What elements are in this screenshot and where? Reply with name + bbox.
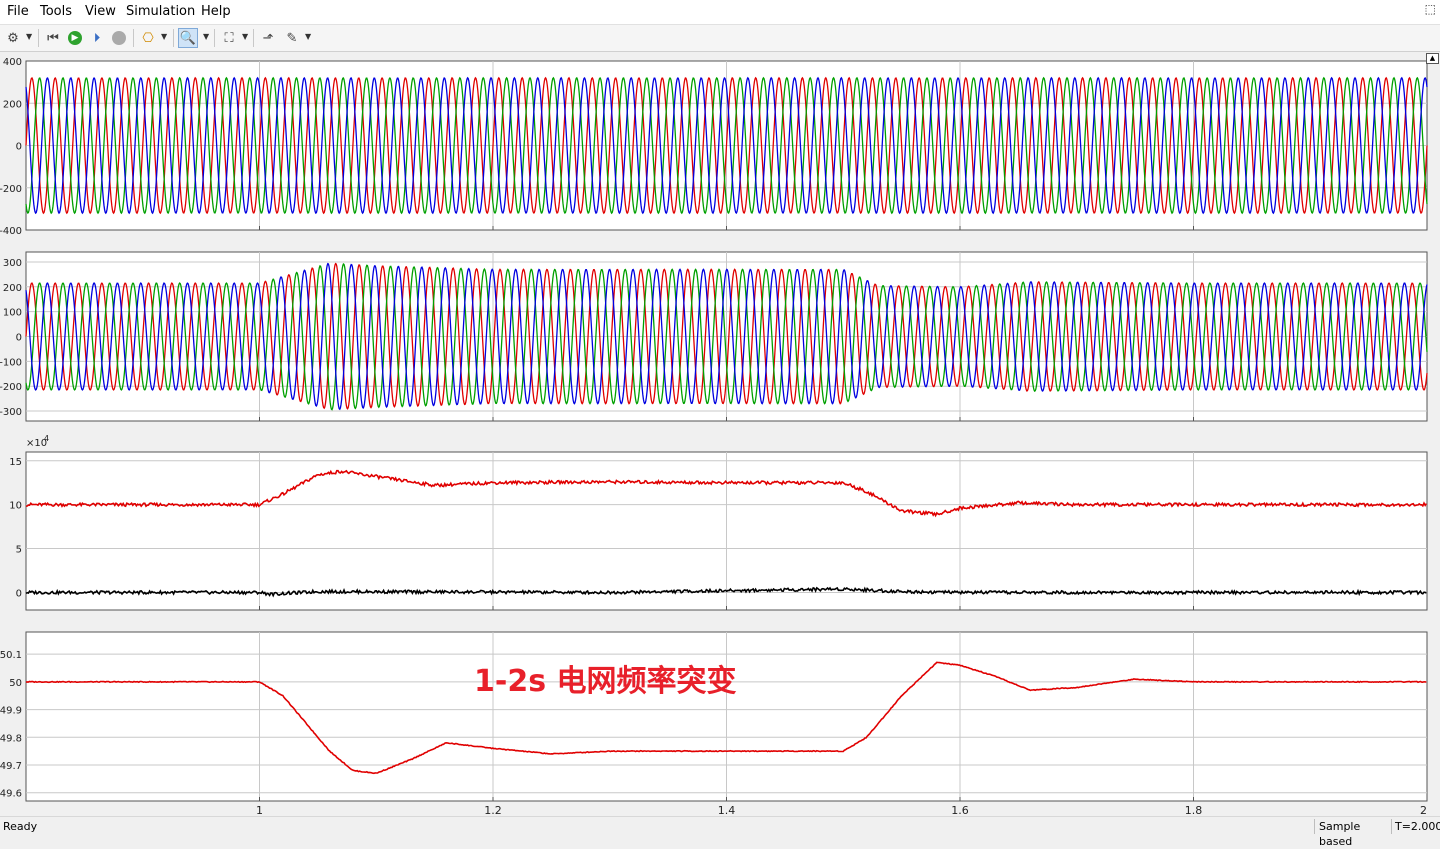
- x-tick-label: 1: [256, 804, 263, 816]
- settings-icon[interactable]: ⚙: [3, 28, 23, 48]
- menu-file[interactable]: File: [7, 4, 29, 19]
- x-tick-label: 1.6: [951, 804, 969, 816]
- y-tick-label: -400: [0, 226, 22, 237]
- menu-tools[interactable]: Tools: [40, 4, 72, 19]
- chevron-down-icon[interactable]: ▼: [305, 32, 311, 41]
- y-tick-label: 10: [9, 501, 22, 512]
- status-sim-time: T=2.000: [1391, 819, 1440, 834]
- y-tick-label: 5: [16, 545, 22, 556]
- y-tick-label: -100: [0, 357, 22, 368]
- toolbar: ⚙ ▼ ⏮ ▶ ⏵ ⎔ ▼ 🔍 ▼ ⛶ ▼ ⬏ ✎ ▼: [0, 25, 1440, 52]
- y-tick-label: 49.9: [0, 706, 22, 717]
- y-tick-label: 0: [16, 588, 22, 599]
- menu-help[interactable]: Help: [201, 4, 231, 19]
- y-tick-label: 200: [3, 99, 22, 110]
- y-tick-label: 49.6: [0, 789, 22, 800]
- y-tick-label: 100: [3, 308, 22, 319]
- x-tick-label: 1.4: [718, 804, 736, 816]
- toolbar-separator: [214, 29, 215, 47]
- status-text: Ready: [3, 820, 38, 833]
- step-back-icon[interactable]: ⏮: [43, 28, 63, 48]
- y-tick-label: 49.8: [0, 733, 22, 744]
- triggers-icon[interactable]: ⬏: [258, 28, 278, 48]
- x-tick-label: 1.2: [484, 804, 502, 816]
- scope-plot-area: 400 200 0 -200 -400 300 200 100 0 -100 -200 -300 15 1…: [0, 52, 1440, 816]
- scope-plots[interactable]: 4002000-200-4003002001000-100-200-300151…: [0, 52, 1440, 816]
- step-forward-icon[interactable]: ⏵: [87, 28, 107, 48]
- chevron-down-icon[interactable]: ▼: [203, 32, 209, 41]
- style-icon[interactable]: ✎: [282, 28, 302, 48]
- y-tick-label: 50: [9, 678, 22, 689]
- fit-to-view-icon[interactable]: ⛶: [219, 28, 239, 48]
- toolbar-separator: [173, 29, 174, 47]
- menu-view[interactable]: View: [85, 4, 116, 19]
- y-tick-label: -300: [0, 407, 22, 418]
- run-icon[interactable]: ▶: [65, 28, 85, 48]
- y-tick-label: 200: [3, 283, 22, 294]
- y-tick-label: -200: [0, 382, 22, 393]
- menu-simulation[interactable]: Simulation: [126, 4, 195, 19]
- y-tick-label: 0: [16, 333, 22, 344]
- highlight-icon[interactable]: ⎔: [138, 28, 158, 48]
- y-tick-label: 15: [9, 457, 22, 468]
- chevron-down-icon[interactable]: ▼: [242, 32, 248, 41]
- annotation-text: 1-2s 电网频率突变: [474, 664, 737, 699]
- y-exponent-power: 4: [44, 434, 49, 443]
- status-bar: Ready Sample based T=2.000: [0, 816, 1440, 848]
- toolbar-separator: [133, 29, 134, 47]
- y-tick-label: 300: [3, 258, 22, 269]
- x-tick-label: 2: [1420, 804, 1427, 816]
- menu-bar: File Tools View Simulation Help ⬚: [0, 0, 1440, 25]
- x-tick-label: 1.8: [1185, 804, 1203, 816]
- status-sample-mode: Sample based: [1314, 819, 1394, 848]
- y-tick-label: -200: [0, 184, 22, 195]
- y-tick-label: 400: [3, 57, 22, 68]
- chevron-down-icon[interactable]: ▼: [26, 32, 32, 41]
- y-tick-label: 50.1: [0, 650, 22, 661]
- stop-icon[interactable]: [109, 28, 129, 48]
- undock-icon[interactable]: ▲: [1426, 53, 1439, 64]
- restore-icon[interactable]: ⬚: [1425, 2, 1436, 16]
- toolbar-separator: [38, 29, 39, 47]
- zoom-in-icon[interactable]: 🔍: [178, 28, 198, 48]
- chevron-down-icon[interactable]: ▼: [161, 32, 167, 41]
- toolbar-separator: [253, 29, 254, 47]
- y-tick-label: 0: [16, 142, 22, 153]
- y-tick-label: 49.7: [0, 761, 22, 772]
